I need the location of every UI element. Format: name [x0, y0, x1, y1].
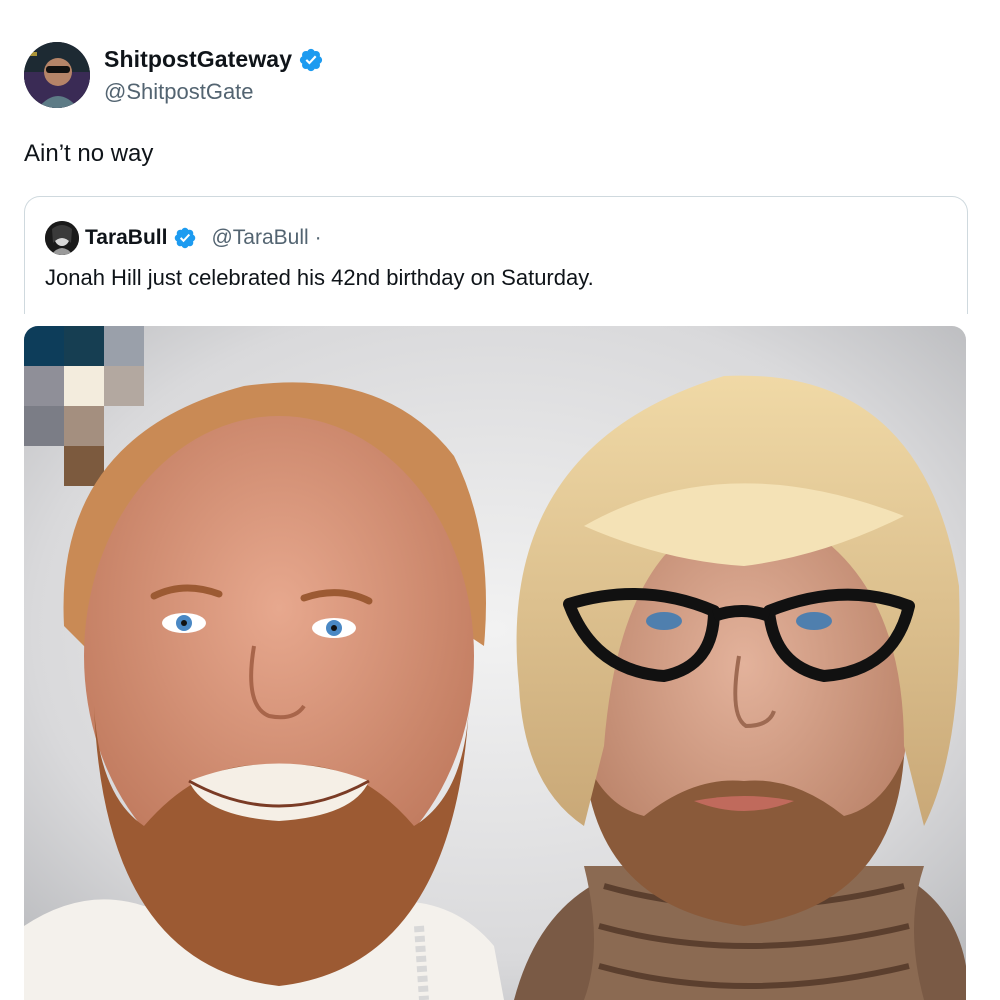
quoted-tweet-text: Jonah Hill just celebrated his 42nd birt… — [45, 265, 594, 290]
quoted-author-avatar[interactable] — [45, 221, 79, 255]
separator-dot: · — [314, 226, 322, 249]
avatar-image-icon — [45, 221, 79, 255]
tweet-text: Ain’t no way — [24, 140, 154, 167]
quoted-tweet[interactable]: TaraBull @TaraBull · Jonah Hill just cel… — [24, 196, 968, 314]
quoted-author-handle[interactable]: @TaraBull — [211, 226, 308, 250]
verified-badge-icon — [300, 48, 323, 71]
quoted-author-display-name[interactable]: TaraBull — [85, 226, 167, 250]
author-avatar[interactable] — [24, 42, 90, 108]
tweet-media-image[interactable] — [24, 326, 966, 1000]
author-handle[interactable]: @ShitpostGate — [104, 79, 324, 105]
verified-badge-icon — [175, 227, 196, 249]
avatar-image-icon — [24, 42, 90, 108]
photo-illustration — [24, 326, 966, 1000]
author-display-name[interactable]: ShitpostGateway — [104, 46, 292, 73]
tweet-author[interactable]: ShitpostGateway @ShitpostGate — [24, 42, 324, 108]
